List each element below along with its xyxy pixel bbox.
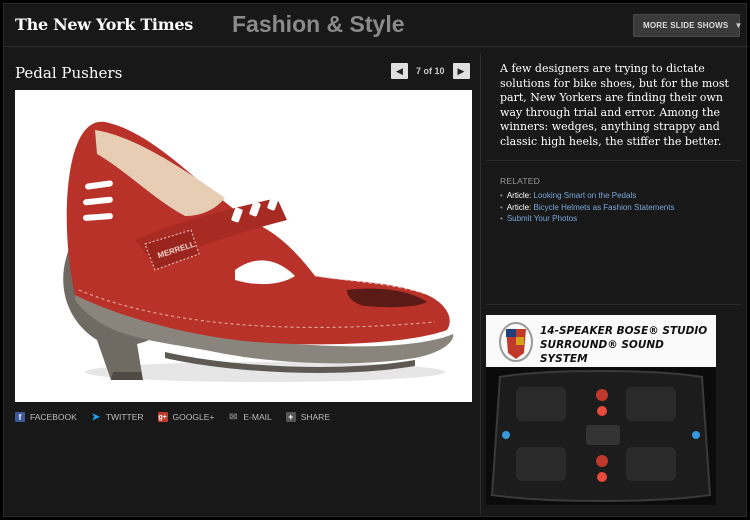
bullet-icon: • <box>500 202 503 212</box>
share-more[interactable]: + SHARE <box>285 412 330 422</box>
facebook-icon: f <box>15 412 25 422</box>
related-item-kind: Article: <box>506 202 532 212</box>
twitter-icon: ➤ <box>91 411 100 423</box>
related-list: • Article: Looking Smart on the Pedals • A… <box>500 190 745 225</box>
email-icon: ✉ <box>229 411 238 423</box>
car-topview-illustration <box>486 367 716 505</box>
share-facebook-label: FACEBOOK <box>30 412 77 422</box>
google-plus-icon: g+ <box>157 412 168 422</box>
bullet-icon: • <box>500 214 503 223</box>
related-item-link[interactable]: Submit Your Photos <box>507 214 577 223</box>
related-item[interactable]: • Submit Your Photos <box>500 213 745 225</box>
ad-headline-line1: 14-SPEAKER BOSE® STUDIO <box>540 325 708 337</box>
share-twitter[interactable]: ➤ TWITTER <box>91 411 144 423</box>
slide-pager: ◀ 7 of 10 ▶ <box>391 62 470 80</box>
caret-down-icon: ▼ <box>734 21 743 30</box>
share-email-label: E-MAIL <box>243 412 272 422</box>
cadillac-crest-icon <box>499 322 533 362</box>
related-item[interactable]: • Article: Looking Smart on the Pedals <box>500 190 745 202</box>
site-header: The New York Times Fashion & Style MORE … <box>4 4 748 47</box>
share-google-plus[interactable]: g+ GOOGLE+ <box>157 412 215 422</box>
section-title[interactable]: Fashion & Style <box>232 11 405 38</box>
share-icon: + <box>285 412 296 422</box>
arrow-right-icon: ▶ <box>457 65 465 76</box>
ad-headline-line2: SURROUND® SOUND SYSTEM <box>540 339 664 365</box>
related-title: RELATED <box>500 176 540 186</box>
slide-counter: 7 of 10 <box>416 66 445 76</box>
page-frame: The New York Times Fashion & Style MORE … <box>3 3 748 517</box>
more-slide-shows-button[interactable]: MORE SLIDE SHOWS ▼ <box>633 14 743 37</box>
related-item[interactable]: • Article: Bicycle Helmets as Fashion Sta… <box>500 202 745 214</box>
related-item-link[interactable]: Looking Smart on the Pedals <box>534 191 637 200</box>
slide-image[interactable]: MERRELL <box>15 90 472 402</box>
ad-banner-top: 14-SPEAKER BOSE® STUDIO SURROUND® SOUND … <box>486 315 716 367</box>
nyt-logo[interactable]: The New York Times <box>15 15 193 34</box>
slide-title: Pedal Pushers <box>15 64 123 82</box>
ad-car-image <box>486 367 716 505</box>
share-facebook[interactable]: f FACEBOOK <box>15 412 77 422</box>
share-bar: f FACEBOOK ➤ TWITTER g+ GOOGLE+ ✉ E-MAIL… <box>15 411 344 423</box>
ad-headline: 14-SPEAKER BOSE® STUDIO SURROUND® SOUND … <box>540 324 712 366</box>
related-item-kind: Article: <box>506 191 532 200</box>
advertisement[interactable]: 14-SPEAKER BOSE® STUDIO SURROUND® SOUND … <box>486 315 716 505</box>
prev-slide-button[interactable]: ◀ <box>391 63 408 79</box>
share-more-label: SHARE <box>300 412 330 422</box>
ad-divider <box>486 304 741 305</box>
slide-caption: A few designers are trying to dictate so… <box>500 62 729 148</box>
shoe-illustration: MERRELL <box>63 121 454 382</box>
bullet-icon: • <box>500 191 503 200</box>
related-links: RELATED • Article: Looking Smart on the P… <box>500 176 745 225</box>
arrow-left-icon: ◀ <box>396 65 403 76</box>
related-item-link[interactable]: Bicycle Helmets as Fashion Statements <box>534 203 675 212</box>
next-slide-button[interactable]: ▶ <box>452 63 470 79</box>
share-email[interactable]: ✉ E-MAIL <box>228 411 272 423</box>
share-google-plus-label: GOOGLE+ <box>172 412 215 422</box>
more-slide-shows-label: MORE SLIDE SHOWS <box>643 21 729 30</box>
column-divider <box>480 54 481 514</box>
share-twitter-label: TWITTER <box>105 412 144 422</box>
caption-divider <box>486 160 741 161</box>
